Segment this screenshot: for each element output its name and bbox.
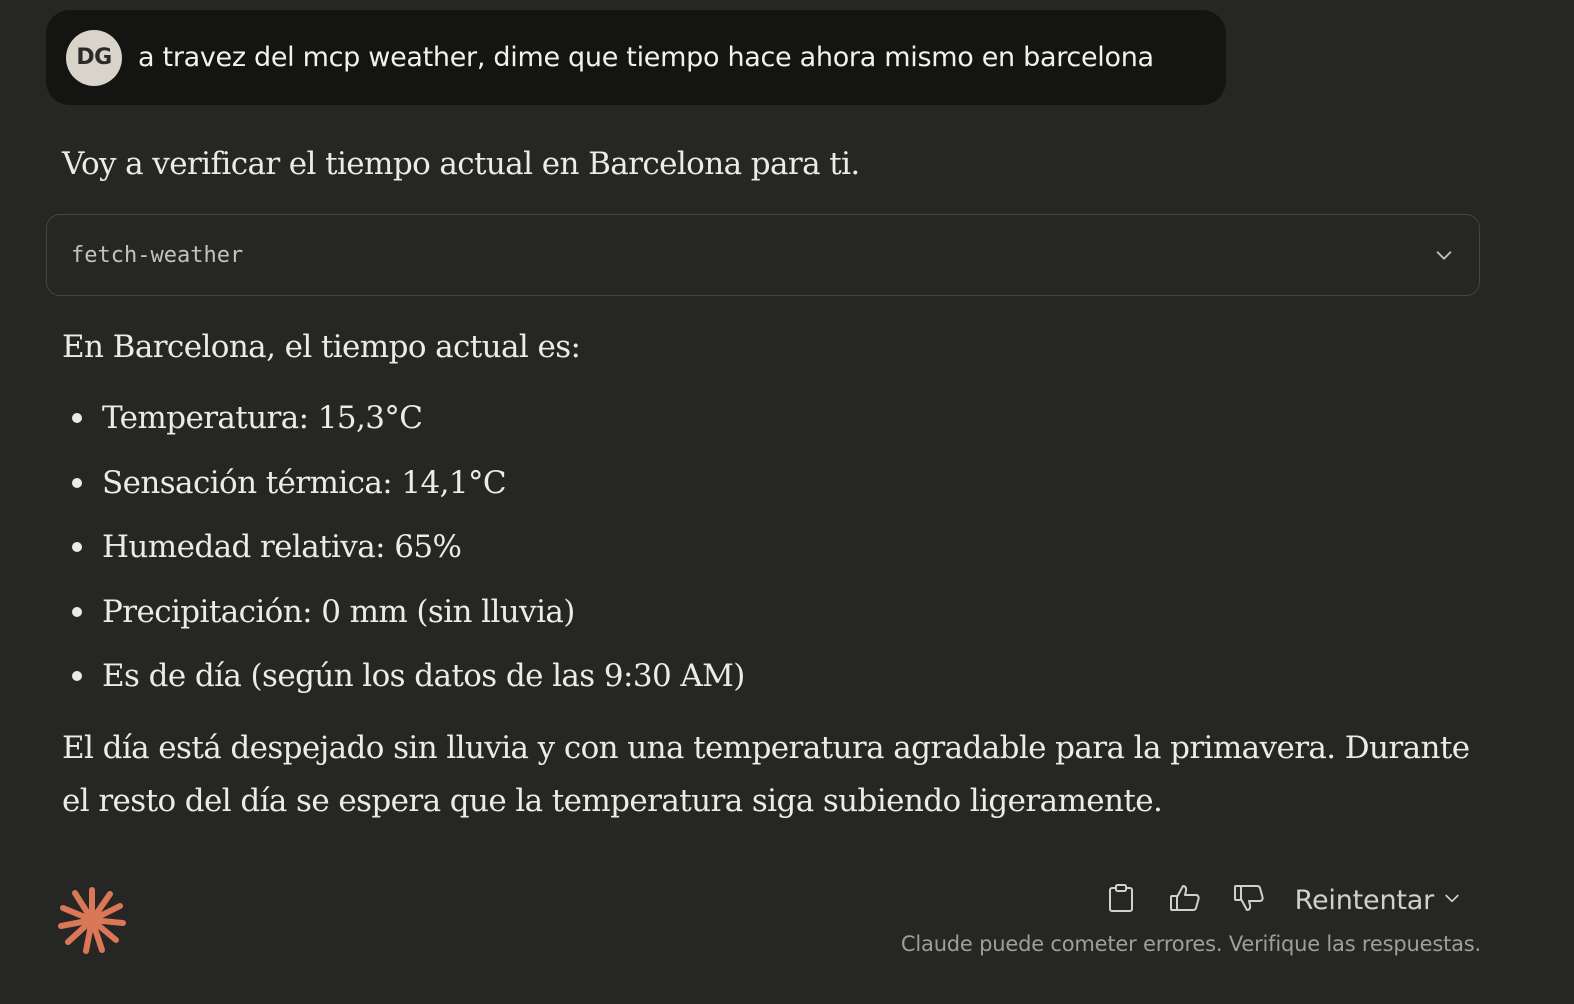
chevron-down-icon: [1442, 888, 1462, 913]
thumbs-up-icon: [1169, 883, 1201, 918]
weather-details-list: Temperatura: 15,3°C Sensación térmica: 1…: [62, 396, 745, 719]
copy-button[interactable]: [1097, 876, 1145, 924]
thumbs-up-button[interactable]: [1161, 876, 1209, 924]
tool-call-block[interactable]: fetch-weather: [46, 214, 1480, 296]
avatar[interactable]: DG: [66, 29, 122, 86]
list-item: Precipitación: 0 mm (sin lluvia): [62, 590, 745, 655]
message-actions: Reintentar: [1081, 876, 1462, 924]
assistant-closing-text: El día está despejado sin lluvia y con u…: [62, 730, 1470, 819]
thumbs-down-button[interactable]: [1225, 876, 1273, 924]
user-message-bubble: DG a travez del mcp weather, dime que ti…: [46, 10, 1226, 105]
disclaimer-text: Claude puede cometer errores. Verifique …: [900, 932, 1481, 956]
list-item: Temperatura: 15,3°C: [62, 396, 745, 461]
clipboard-icon: [1107, 883, 1135, 918]
thumbs-down-icon: [1233, 883, 1265, 918]
list-item: Es de día (según los datos de las 9:30 A…: [62, 654, 745, 719]
retry-button[interactable]: Reintentar: [1295, 885, 1462, 916]
list-item: Humedad relativa: 65%: [62, 525, 745, 590]
assistant-intro-text: Voy a verificar el tiempo actual en Barc…: [62, 146, 860, 182]
user-message-text: a travez del mcp weather, dime que tiemp…: [138, 42, 1154, 73]
list-item: Sensación térmica: 14,1°C: [62, 461, 745, 526]
retry-label: Reintentar: [1294, 884, 1435, 916]
chevron-down-icon[interactable]: [1433, 244, 1455, 266]
assistant-summary-text: En Barcelona, el tiempo actual es:: [62, 329, 581, 365]
claude-starburst-icon: [58, 886, 126, 954]
tool-call-name: fetch-weather: [71, 242, 244, 268]
